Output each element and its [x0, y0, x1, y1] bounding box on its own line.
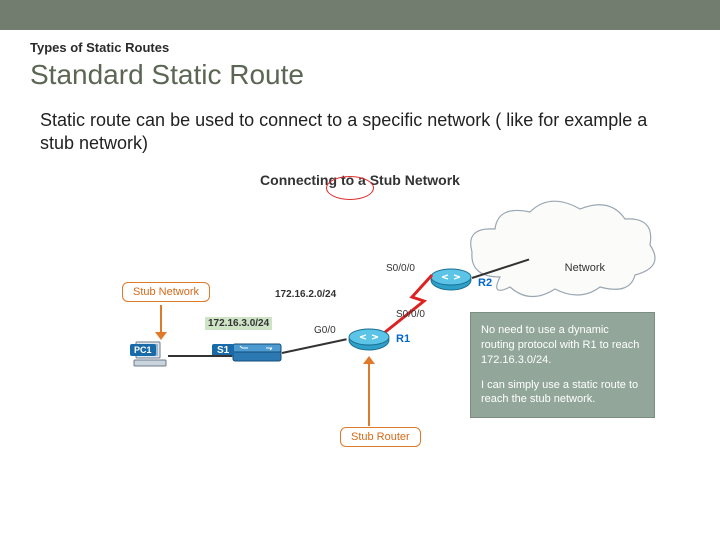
- slide-description: Static route can be used to connect to a…: [40, 109, 680, 154]
- stub-router-callout: Stub Router: [340, 427, 421, 447]
- pc1-label: PC1: [130, 344, 156, 356]
- cloud-label: Network: [565, 262, 605, 274]
- r1-s0-label: S0/0/0: [396, 309, 425, 320]
- explanation-callout: No need to use a dynamic routing protoco…: [470, 312, 655, 418]
- link-s1-r1: [282, 338, 347, 354]
- router-r1: R1 G0/0 S0/0/0: [348, 327, 390, 358]
- callout-line-1: No need to use a dynamic routing protoco…: [481, 323, 644, 368]
- network-label-s1-r1: 172.16.3.0/24: [205, 317, 272, 330]
- r2-label: R2: [478, 277, 492, 289]
- slide-title: Standard Static Route: [30, 59, 690, 91]
- callout-line-2: I can simply use a static route to reach…: [481, 378, 644, 408]
- pc1: PC1: [132, 340, 168, 375]
- r1-g0-label: G0/0: [314, 325, 336, 336]
- stub-router-arrow-head: [363, 356, 375, 364]
- header-bar: [0, 0, 720, 30]
- stub-network-arrow: [160, 305, 162, 335]
- network-diagram: Connecting to a Stub Network Network R2 …: [40, 172, 680, 492]
- slide-subtitle: Types of Static Routes: [30, 40, 690, 55]
- stub-router-arrow: [368, 362, 370, 426]
- switch-s1: S1: [232, 342, 282, 369]
- stub-network-callout: Stub Network: [122, 282, 210, 302]
- network-label-r1-r2: 172.16.2.0/24: [275, 289, 336, 300]
- slide-content: Types of Static Routes Standard Static R…: [0, 30, 720, 502]
- link-pc1-s1: [168, 355, 232, 357]
- stub-network-arrow-head: [155, 332, 167, 340]
- r1-label: R1: [396, 333, 410, 345]
- switch-icon: [232, 342, 282, 364]
- router-icon: [348, 327, 390, 353]
- highlight-ellipse: [326, 176, 374, 200]
- network-cloud: [460, 197, 660, 307]
- diagram-title-suffix: Stub Network: [366, 172, 460, 188]
